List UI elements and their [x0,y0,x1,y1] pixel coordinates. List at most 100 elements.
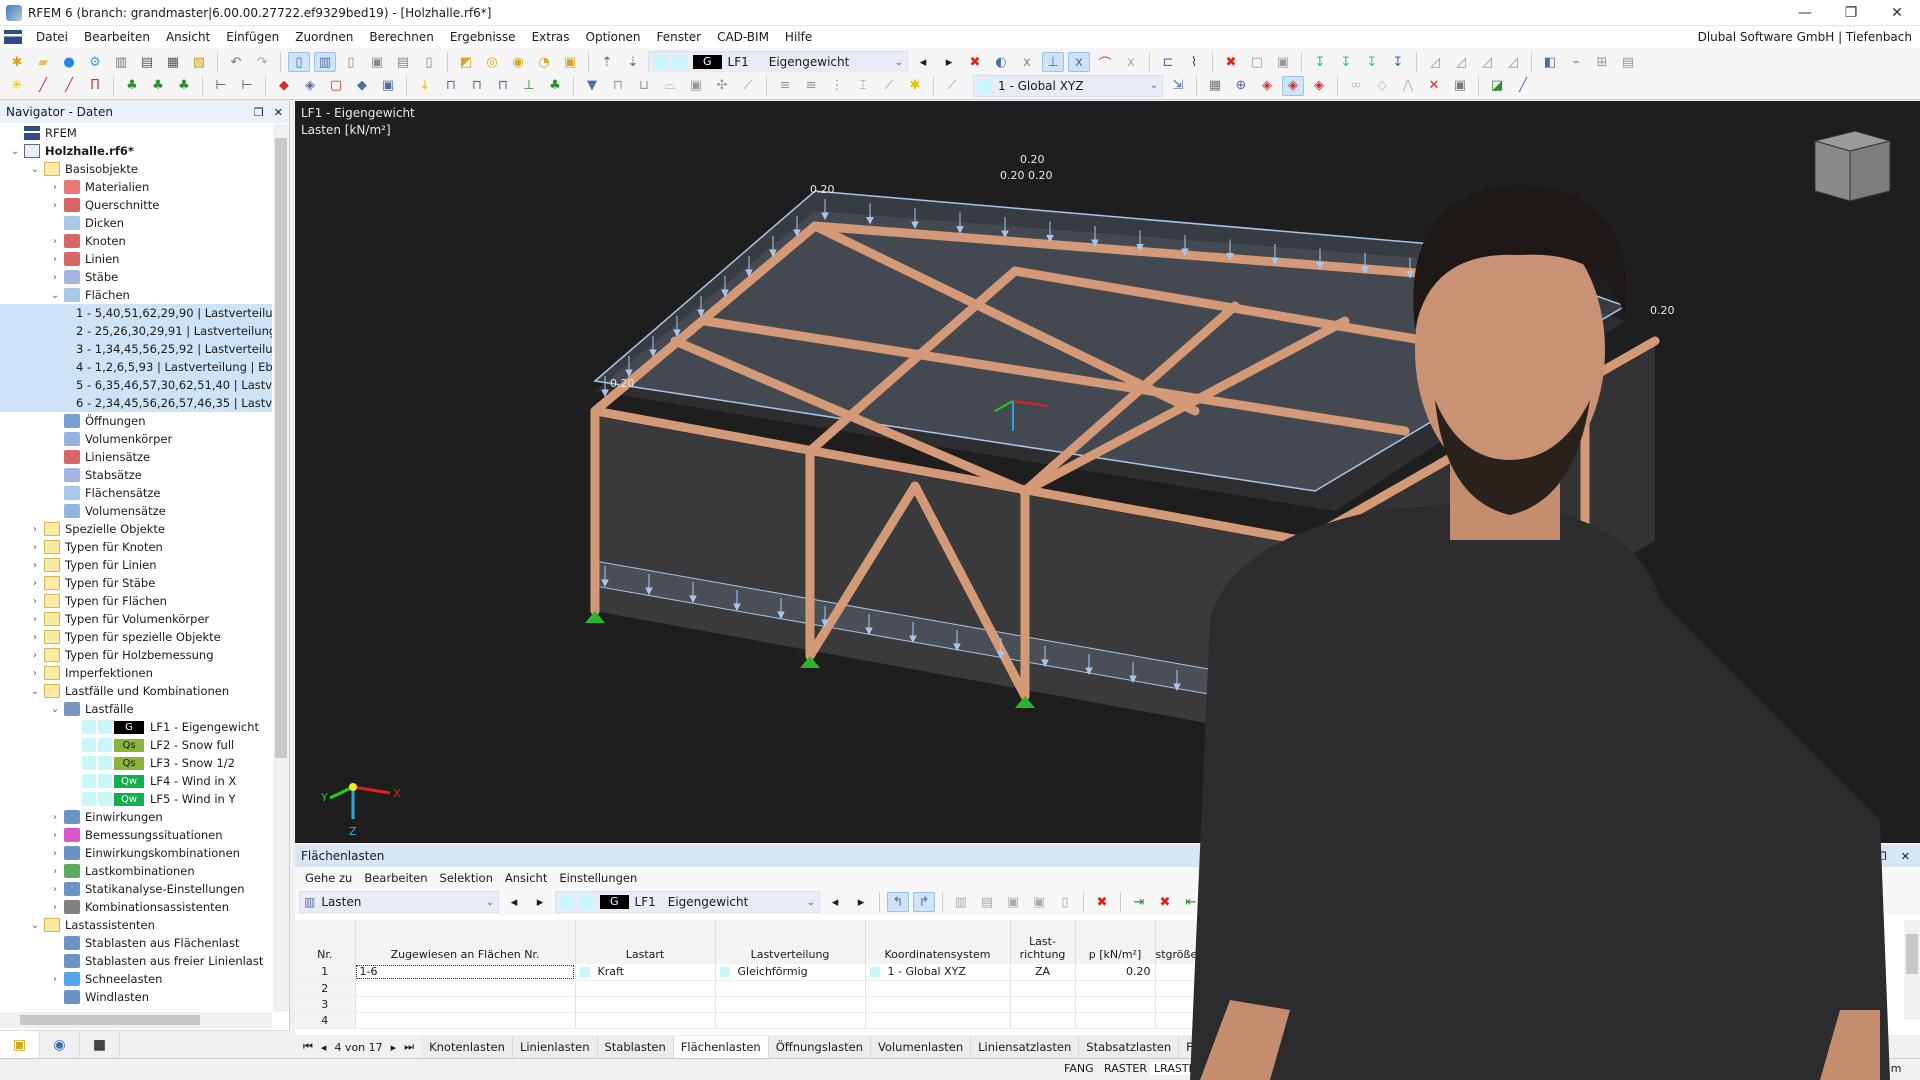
empty-cell[interactable] [1315,1012,1576,1029]
tree-item-combination[interactable]: › Kombinationsassistenten [0,898,272,916]
direction-cell[interactable] [1010,996,1076,1013]
iso-view3-icon[interactable]: ◿ [1476,52,1498,72]
tool-b-icon[interactable]: ⌓ [659,76,681,96]
tree-item-basis[interactable]: Stabsätze [0,466,272,484]
distribution-cell[interactable]: Gleichförmig [715,964,866,981]
expand-chevron-icon[interactable]: › [28,668,42,679]
cloud-icon[interactable]: ● [58,52,80,72]
tree-item-load-wizard[interactable]: Stablasten aus Flächenlast [0,934,272,952]
tree-item-basis[interactable]: Flächensätze [0,484,272,502]
display-nav-tab-icon[interactable]: ◉ [40,1031,80,1059]
iso-view-icon[interactable]: ◿ [1424,52,1446,72]
support-icon[interactable]: ⊏ [1157,52,1179,72]
sync-view-icon[interactable]: ↱ [913,892,935,912]
menu-einfuegen[interactable]: Einfügen [218,30,287,44]
tree-item-surface[interactable]: 6 - 2,34,45,56,26,57,46,35 | Lastver [0,394,272,412]
empty-cell[interactable] [1155,964,1316,981]
assigned-surfaces-cell[interactable] [355,996,576,1013]
tab-liniensatzlasten[interactable]: Liniensatzlasten [971,1036,1080,1058]
expand-chevron-icon[interactable]: › [48,974,62,985]
align-d-icon[interactable]: ⌶ [852,76,874,96]
tree-item-load-wizard[interactable]: Windlasten [0,988,272,1006]
snap-grid-icon[interactable]: ⊕ [1230,76,1252,96]
view-x-icon[interactable]: ↧ [1309,52,1331,72]
hand-select-icon[interactable]: ◔ [533,52,555,72]
last-page-icon[interactable]: ⏭ [404,1040,414,1054]
empty-cell[interactable] [1155,1012,1316,1029]
views-nav-tab-icon[interactable]: ■ [80,1031,120,1059]
line-load-icon[interactable]: ⊓ [440,76,462,96]
mirror2-icon[interactable]: ⋀ [1397,76,1419,96]
data-nav-tab-icon[interactable]: ▣ [0,1031,40,1059]
empty-cell[interactable] [1575,980,1676,997]
load-display-icon[interactable]: ⊥ [1042,52,1064,72]
new-file-icon[interactable]: ✱ [6,52,28,72]
undo-icon[interactable]: ↶ [225,52,247,72]
script-icon[interactable]: ▤ [392,52,414,72]
tree-item-basis[interactable]: › Querschnitte [0,196,272,214]
coord-system-cell[interactable] [865,1012,1011,1029]
tree-item-folder[interactable]: › Typen für Volumenkörper [0,610,272,628]
sync-selection-icon[interactable]: ↰ [887,892,909,912]
collapse-chevron-icon[interactable]: ⌄ [28,920,42,931]
tree-item-load-wizard[interactable]: Stablasten aus freier Linienlast [0,952,272,970]
tree-item-basis[interactable]: › Stäbe [0,268,272,286]
tab-flächensat[interactable]: Flächensat [1179,1036,1257,1058]
coord-edit-icon[interactable]: ⇲ [1167,76,1189,96]
new-line-icon[interactable]: ╱ [32,76,54,96]
distribution-cell[interactable] [715,980,866,997]
empty-cell[interactable] [1155,980,1316,997]
menu-ansicht[interactable]: Ansicht [158,30,218,44]
box-icon[interactable]: ▢ [1246,52,1268,72]
tree-item-load-wizards[interactable]: ⌄ Lastassistenten [0,916,272,934]
direction-cell[interactable] [1010,1012,1076,1029]
3d-viewport[interactable]: LF1 - Eigengewicht Lasten [kN/m²] 0.20 0… [295,101,1920,843]
star-icon[interactable]: ✱ [904,76,926,96]
collapse-chevron-icon[interactable]: ⌄ [28,164,42,175]
tree-item-loadcase[interactable]: G LF1 - Eigengewicht [0,718,272,736]
empty-cell[interactable] [1575,1012,1676,1029]
delete-row-icon[interactable]: ✖ [1091,892,1113,912]
menu-datei[interactable]: Datei [28,30,76,44]
menu-hilfe[interactable]: Hilfe [777,30,820,44]
tree-item-surface[interactable]: 1 - 5,40,51,62,29,90 | Lastverteilun [0,304,272,322]
assigned-surfaces-cell[interactable]: 1-6 [355,964,576,981]
panel-menu-gehe-zu[interactable]: Gehe zu [299,871,358,885]
delete-icon[interactable]: ✕ [1423,76,1445,96]
tree-item-combination[interactable]: › Bemessungssituationen [0,826,272,844]
results-values-icon[interactable]: x [1120,52,1142,72]
mirror-icon[interactable]: ◇ [1371,76,1393,96]
table-row-icon[interactable]: ▤ [976,892,998,912]
menu-bearbeiten[interactable]: Bearbeiten [76,30,158,44]
tree-item-basis[interactable]: ⌄ Flächen [0,286,272,304]
load-type-cell[interactable] [575,996,716,1013]
load-value-cell[interactable] [1075,980,1156,997]
assigned-surfaces-cell[interactable] [355,980,576,997]
col-header-surfaces[interactable]: Zugewiesen an Flächen Nr. [355,920,576,964]
tree-item-surface[interactable]: 2 - 25,26,30,29,91 | Lastverteilung [0,322,272,340]
link-icon[interactable]: ∞ [1345,76,1367,96]
expand-chevron-icon[interactable]: › [28,560,42,571]
collapse-chevron-icon[interactable]: ⌄ [48,704,62,715]
expand-chevron-icon[interactable]: › [48,866,62,877]
empty-cell[interactable] [1315,996,1576,1013]
load-type-cell[interactable] [575,1012,716,1029]
navigator-toggle-icon[interactable]: ▯ [288,52,310,72]
dimension-x-icon[interactable]: ⊢ [210,76,232,96]
empty-cell[interactable] [1315,964,1576,981]
view-z-icon[interactable]: ↧ [1361,52,1383,72]
empty-cell[interactable] [1315,980,1576,997]
next-loadcase-icon[interactable]: ▸ [850,892,872,912]
values-icon[interactable]: x [1016,52,1038,72]
expand-chevron-icon[interactable]: › [28,632,42,643]
menu-ergebnisse[interactable]: Ergebnisse [442,30,524,44]
export-red-icon[interactable]: ⇥ [1206,892,1228,912]
distribution-cell[interactable] [715,1012,866,1029]
prev-category-icon[interactable]: ◂ [503,892,525,912]
new-support-icon[interactable]: ♣ [121,76,143,96]
tree-item-combination[interactable]: › Einwirkungen [0,808,272,826]
dimension-xx-icon[interactable]: ⊢ [236,76,258,96]
status-fang[interactable]: FANG [1060,1062,1098,1075]
collapse-chevron-icon[interactable]: ⌄ [48,290,62,301]
deform-icon[interactable]: ⌒ [1094,52,1116,72]
